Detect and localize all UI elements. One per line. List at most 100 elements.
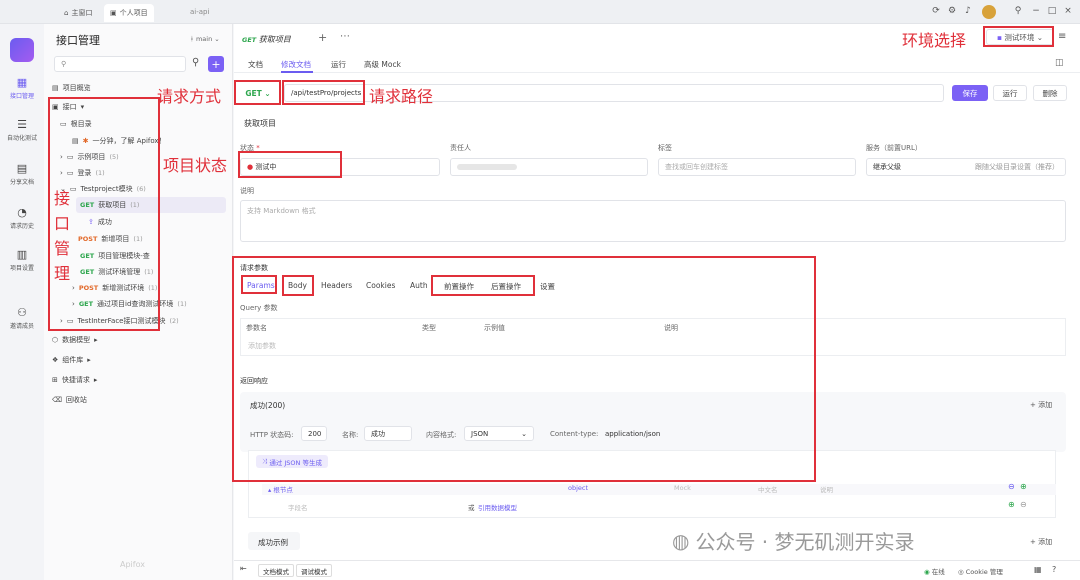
tab-main-window[interactable]: ⌂ 主窗口	[58, 4, 98, 22]
sidebar-title: 接口管理	[56, 34, 100, 47]
annotation-box-env	[983, 26, 1054, 47]
active-tab-underline	[281, 71, 313, 73]
status-bar: ⇤ 文档模式 调试模式 ◉ 在线 ◎ Cookie 管理 ▦ ?	[234, 560, 1080, 580]
cn-name-column: 中文名	[758, 486, 778, 494]
project-overview[interactable]: ▤ 项目概览	[52, 80, 91, 96]
trash-icon: ⌫	[52, 396, 62, 404]
nav-history[interactable]: ◔ 请求历史	[0, 206, 44, 230]
or-text: 或	[468, 504, 475, 512]
annotation-api-char-3: 管	[54, 239, 71, 258]
save-button[interactable]: 保存	[952, 85, 988, 101]
icon-bar: ▦ 接口管理 ☰ 自动化测试 ▤ 分享文档 ◔ 请求历史 ▥ 项目设置 ⚇ 邀请成员	[0, 24, 44, 580]
component-icon: ❖	[52, 356, 59, 364]
pin-icon[interactable]: ⚲	[1012, 6, 1024, 16]
annotation-env-label: 环境选择	[902, 31, 967, 50]
gear-icon[interactable]: ⚙	[946, 6, 958, 16]
annotation-box-method	[234, 80, 281, 105]
add-example-button[interactable]: + 添加	[1030, 537, 1052, 547]
sidebar-recycle-bin[interactable]: ⌫ 回收站	[52, 392, 87, 408]
history-icon: ◔	[17, 206, 27, 219]
root-node-row	[262, 484, 1056, 495]
search-icon: ⚲	[61, 60, 67, 68]
collapse-sidebar-icon[interactable]: ⇤	[240, 564, 247, 573]
annotation-api-char-2: 口	[54, 214, 71, 233]
cookie-manager[interactable]: ◎ Cookie 管理	[958, 566, 1003, 576]
delete-button[interactable]: 删除	[1033, 85, 1067, 101]
debug-mode-button[interactable]: 调试模式	[296, 564, 332, 577]
refresh-icon[interactable]: ⟳	[930, 6, 942, 16]
ref-model-link[interactable]: 引用数据模型	[478, 502, 517, 512]
request-tab[interactable]: GET 获取项目	[242, 34, 291, 45]
annotation-api-char-4: 理	[54, 264, 71, 283]
annotation-box-status	[238, 151, 342, 178]
avatar[interactable]	[982, 5, 996, 19]
bell-icon[interactable]: ♪	[962, 6, 974, 16]
remove-field-icon[interactable]: ⊖	[1020, 500, 1027, 509]
help-icon[interactable]: ?	[1052, 565, 1056, 574]
tags-input[interactable]: 查找或回车创建标签	[658, 158, 856, 176]
example-tab-success[interactable]: 成功示例	[258, 537, 288, 548]
nav-project-settings[interactable]: ▥ 项目设置	[0, 248, 44, 272]
cookie-icon: ◎	[958, 568, 964, 576]
test-icon: ☰	[17, 118, 27, 131]
service-label: 服务（前置URL）	[866, 144, 922, 152]
annotation-box-body-tab	[282, 275, 314, 296]
project-icon: ▣	[110, 9, 117, 17]
description-label: 说明	[240, 187, 254, 195]
description-textarea[interactable]: 支持 Markdown 格式	[240, 200, 1066, 242]
branch-selector[interactable]: ᚼ main ⌄	[190, 35, 220, 43]
close-icon[interactable]: ×	[1062, 6, 1074, 16]
add-child-icon[interactable]: ⊕	[1020, 482, 1027, 491]
tags-label: 标签	[658, 144, 672, 152]
online-status[interactable]: ◉ 在线	[924, 566, 945, 576]
sidebar-quick-request[interactable]: ⊞ 快捷请求 ▸	[52, 372, 97, 388]
add-response-button[interactable]: + 添加	[1030, 400, 1052, 410]
filter-icon[interactable]: ⚲	[192, 57, 199, 68]
nav-api-management[interactable]: ▦ 接口管理	[0, 76, 44, 100]
nav-invite[interactable]: ⚇ 邀请成员	[0, 306, 44, 330]
desc-column: 说明	[820, 486, 833, 494]
wechat-watermark: ◍ 公众号 · 梦无矶测开实录	[672, 528, 915, 555]
tab-mock[interactable]: 高级 Mock	[364, 59, 401, 70]
tab-personal-project[interactable]: ▣ 个人项目	[104, 4, 154, 22]
invite-icon: ⚇	[17, 306, 27, 319]
annotation-path-label: 请求路径	[369, 87, 434, 106]
annotation-method-label: 请求方式	[157, 87, 222, 106]
quick-icon: ⊞	[52, 376, 58, 384]
sidebar-components[interactable]: ❖ 组件库 ▸	[52, 352, 91, 368]
field-name-placeholder[interactable]: 字段名	[288, 502, 308, 512]
sidebar-data-models[interactable]: ⬡ 数据模型 ▸	[52, 332, 98, 348]
new-tab-icon[interactable]: +	[318, 31, 327, 44]
maximize-icon[interactable]: □	[1046, 6, 1058, 16]
online-icon: ◉	[924, 568, 930, 576]
add-field-icon[interactable]: ⊕	[1008, 500, 1015, 509]
search-input[interactable]: ⚲	[54, 56, 186, 72]
tab-doc[interactable]: 文档	[248, 59, 263, 70]
add-button[interactable]: +	[208, 56, 224, 72]
more-icon[interactable]: ⋯	[340, 31, 350, 42]
grid-icon[interactable]: ▦	[1034, 565, 1042, 574]
service-select[interactable]: 继承父级 跟随父级目录设置（推荐）	[866, 158, 1066, 176]
title-bar: ⌂ 主窗口 ▣ 个人项目 ai-api ⟳ ⚙ ♪ ⚲ − □ ×	[0, 0, 1080, 24]
minimize-icon[interactable]: −	[1030, 6, 1042, 16]
project-name: ai-api	[190, 8, 210, 16]
tab-edit-doc[interactable]: 修改文档	[281, 59, 311, 70]
panel-toggle-icon[interactable]: ◫	[1055, 58, 1064, 68]
menu-icon[interactable]: ≡	[1058, 31, 1066, 42]
annotation-box-ops-tabs	[431, 275, 535, 296]
share-icon: ▤	[16, 162, 28, 175]
annotation-status-label: 项目状态	[163, 156, 228, 175]
apifox-watermark-logo: Apifox	[120, 560, 145, 569]
doc-mode-button[interactable]: 文档模式	[258, 564, 294, 577]
tab-run[interactable]: 运行	[331, 59, 346, 70]
owner-select[interactable]	[450, 158, 648, 176]
request-name[interactable]: 获取项目	[244, 118, 276, 129]
collapse-icon[interactable]: ⊖	[1008, 482, 1015, 491]
root-node[interactable]: ▴ 根节点	[268, 484, 293, 494]
nav-auto-test[interactable]: ☰ 自动化测试	[0, 118, 44, 142]
root-type[interactable]: object	[568, 484, 588, 492]
run-button[interactable]: 运行	[993, 85, 1027, 101]
apifox-logo-icon	[10, 38, 34, 62]
nav-share-doc[interactable]: ▤ 分享文档	[0, 162, 44, 186]
cube-icon: ⬡	[52, 336, 59, 344]
